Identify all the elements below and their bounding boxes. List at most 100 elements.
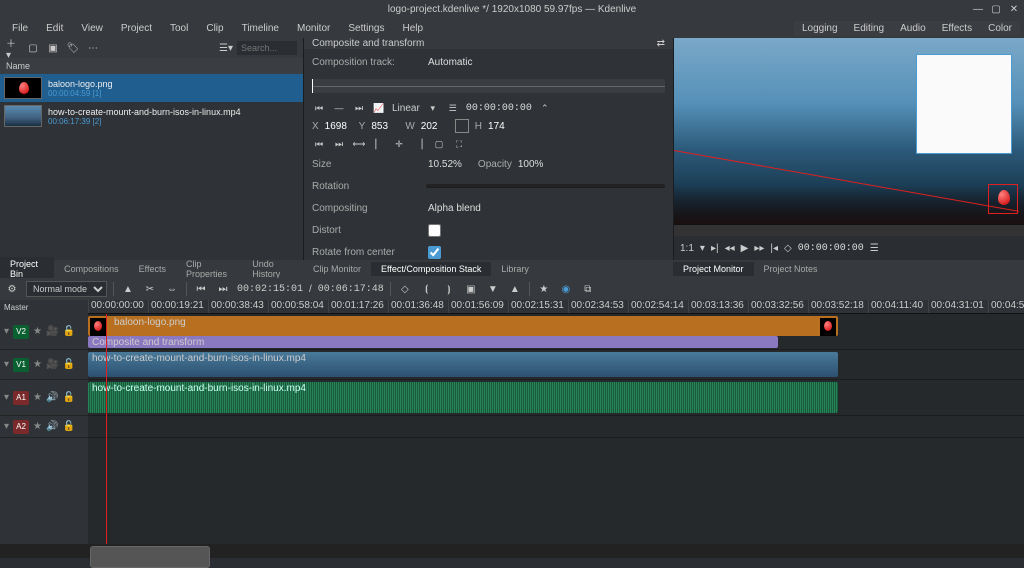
timeline-scrollbar[interactable] bbox=[0, 544, 1024, 558]
view-mode-icon[interactable]: ☰▾ bbox=[219, 41, 233, 55]
menu-timeline[interactable]: Timeline bbox=[234, 21, 287, 36]
expand-icon[interactable]: ▾ bbox=[4, 326, 9, 337]
zone-out-icon[interactable]: ⦘ bbox=[441, 281, 457, 297]
timeline-transition[interactable]: Composite and transform bbox=[88, 336, 778, 348]
skip-end-icon[interactable]: ⏭ bbox=[215, 281, 231, 297]
zone-in-icon[interactable]: ⦗ bbox=[419, 281, 435, 297]
chevron-down-icon[interactable]: ▾ bbox=[700, 243, 705, 254]
favorite-icon[interactable]: ★ bbox=[536, 281, 552, 297]
swap-icon[interactable]: ⇄ bbox=[657, 38, 665, 49]
set-out-icon[interactable]: |◂ bbox=[770, 243, 778, 254]
menu-icon[interactable]: ☰ bbox=[446, 101, 460, 115]
folder-icon[interactable]: ▢ bbox=[26, 41, 40, 55]
align-h-icon[interactable]: ⟷ bbox=[352, 137, 366, 151]
star-icon[interactable]: ★ bbox=[33, 359, 42, 370]
star-icon[interactable]: ★ bbox=[33, 421, 42, 432]
timeline-clip-audio[interactable]: how-to-create-mount-and-burn-isos-in-lin… bbox=[88, 382, 838, 413]
rotate-center-checkbox[interactable] bbox=[428, 246, 441, 259]
tab-clip-monitor[interactable]: Clip Monitor bbox=[303, 262, 371, 276]
workspace-effects[interactable]: Effects bbox=[934, 21, 980, 36]
menu-file[interactable]: File bbox=[4, 21, 36, 36]
chevron-down-icon[interactable]: ▾ bbox=[426, 101, 440, 115]
tab-effects[interactable]: Effects bbox=[129, 262, 176, 276]
add-clip-icon[interactable]: ＋▾ bbox=[6, 41, 20, 55]
tag-icon[interactable]: 🏷 bbox=[66, 41, 80, 55]
keyframe-track[interactable] bbox=[312, 79, 665, 93]
workspace-editing[interactable]: Editing bbox=[846, 21, 893, 36]
menu-settings[interactable]: Settings bbox=[340, 21, 392, 36]
search-input[interactable] bbox=[237, 41, 297, 55]
timeline-clip-image[interactable]: baloon-logo.png bbox=[88, 316, 838, 336]
lock-ratio-icon[interactable] bbox=[455, 119, 469, 133]
spacer-tool-icon[interactable]: ⇔ bbox=[164, 281, 180, 297]
lift-icon[interactable]: ▲ bbox=[507, 281, 523, 297]
delete-icon[interactable]: ▣ bbox=[46, 41, 60, 55]
mute-icon[interactable]: 🔊 bbox=[46, 421, 58, 432]
zoom-ratio[interactable]: 1:1 bbox=[680, 243, 694, 254]
set-in-icon[interactable]: ▸| bbox=[711, 243, 719, 254]
track-header-a1[interactable]: ▾ A1 ★ 🔊 🔓 bbox=[0, 380, 88, 416]
pointer-tool-icon[interactable]: ▲ bbox=[120, 281, 136, 297]
marker-icon[interactable]: ◇ bbox=[784, 243, 792, 254]
rotation-slider[interactable] bbox=[426, 184, 665, 188]
tab-project-monitor[interactable]: Project Monitor bbox=[673, 262, 754, 276]
bin-column-name[interactable]: Name bbox=[0, 58, 303, 74]
align-right-icon[interactable]: ▕ bbox=[412, 137, 426, 151]
mute-icon[interactable]: 🔊 bbox=[46, 392, 58, 403]
menu-project[interactable]: Project bbox=[113, 21, 160, 36]
bin-item[interactable]: how-to-create-mount-and-burn-isos-in-lin… bbox=[0, 102, 303, 130]
monitor-menu-icon[interactable]: ☰ bbox=[870, 243, 879, 254]
lock-icon[interactable]: 🔓 bbox=[62, 326, 74, 337]
align-left-icon[interactable]: ▏ bbox=[372, 137, 386, 151]
mute-icon[interactable]: 🎥 bbox=[46, 326, 58, 337]
play-icon[interactable]: ▶ bbox=[741, 243, 749, 254]
track-header-v1[interactable]: ▾ V1 ★ 🎥 🔓 bbox=[0, 350, 88, 380]
menu-tool[interactable]: Tool bbox=[162, 21, 196, 36]
menu-view[interactable]: View bbox=[73, 21, 111, 36]
overwrite-icon[interactable]: ▣ bbox=[463, 281, 479, 297]
star-icon[interactable]: ★ bbox=[33, 392, 42, 403]
original-size-icon[interactable]: ⛶ bbox=[452, 137, 466, 151]
kf-next-icon[interactable]: ⏭ bbox=[352, 101, 366, 115]
snap-icon[interactable]: ⧉ bbox=[580, 281, 596, 297]
menu-monitor[interactable]: Monitor bbox=[289, 21, 338, 36]
align-prev-icon[interactable]: ⏮ bbox=[312, 137, 326, 151]
tab-project-notes[interactable]: Project Notes bbox=[754, 262, 828, 276]
menu-clip[interactable]: Clip bbox=[198, 21, 231, 36]
kf-prev-icon[interactable]: ⏮ bbox=[312, 101, 326, 115]
timeline-position[interactable]: 00:02:15:01 bbox=[237, 284, 303, 295]
h-value[interactable]: 174 bbox=[488, 121, 516, 132]
filter-icon[interactable]: ⋯ bbox=[86, 41, 100, 55]
lock-icon[interactable]: 🔓 bbox=[62, 421, 74, 432]
workspace-audio[interactable]: Audio bbox=[892, 21, 934, 36]
workspace-logging[interactable]: Logging bbox=[794, 21, 846, 36]
compositing-value[interactable]: Alpha blend bbox=[428, 203, 481, 214]
expand-icon[interactable]: ▾ bbox=[4, 392, 9, 403]
insert-icon[interactable]: ▼ bbox=[485, 281, 501, 297]
w-value[interactable]: 202 bbox=[421, 121, 449, 132]
expand-icon[interactable]: ▾ bbox=[4, 359, 9, 370]
transform-handle[interactable] bbox=[988, 184, 1018, 214]
timeline-ruler[interactable]: 00:00:00:0000:00:19:2100:00:38:4300:00:5… bbox=[88, 300, 1024, 314]
bin-item[interactable]: baloon-logo.png 00:00:04:59 [1] bbox=[0, 74, 303, 102]
edit-mode-select[interactable]: Normal mode bbox=[26, 281, 107, 297]
track-header-v2[interactable]: ▾ V2 ★ 🎥 🔓 bbox=[0, 314, 88, 350]
minimize-icon[interactable]: — bbox=[972, 3, 984, 15]
maximize-icon[interactable]: ▢ bbox=[990, 3, 1002, 15]
expand-icon[interactable]: ▾ bbox=[4, 421, 9, 432]
x-value[interactable]: 1698 bbox=[325, 121, 353, 132]
interp-icon[interactable]: 📈 bbox=[372, 101, 386, 115]
star-icon[interactable]: ★ bbox=[33, 326, 42, 337]
menu-help[interactable]: Help bbox=[395, 21, 432, 36]
timeline-clip-video[interactable]: how-to-create-mount-and-burn-isos-in-lin… bbox=[88, 352, 838, 377]
tab-library[interactable]: Library bbox=[491, 262, 539, 276]
stepper-icon[interactable]: ⌃ bbox=[538, 101, 552, 115]
skip-start-icon[interactable]: ⏮ bbox=[193, 281, 209, 297]
rewind-icon[interactable]: ◂◂ bbox=[725, 243, 735, 254]
tab-compositions[interactable]: Compositions bbox=[54, 262, 129, 276]
monitor-viewport[interactable] bbox=[674, 38, 1024, 224]
opacity-value[interactable]: 100% bbox=[518, 159, 544, 170]
align-center-icon[interactable]: ✛ bbox=[392, 137, 406, 151]
y-value[interactable]: 853 bbox=[371, 121, 399, 132]
razor-tool-icon[interactable]: ✂ bbox=[142, 281, 158, 297]
